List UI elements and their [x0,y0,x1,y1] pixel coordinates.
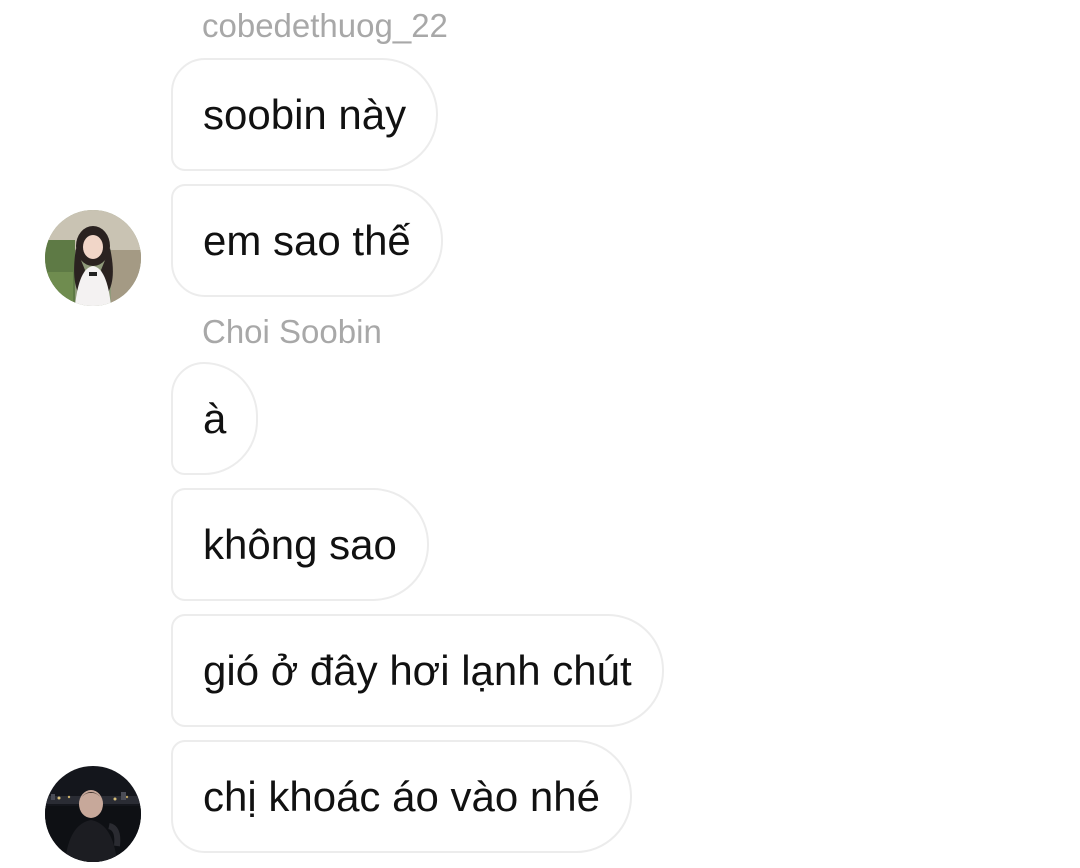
sender-name[interactable]: Choi Soobin [202,315,382,348]
girl-photo-avatar-icon [45,210,141,306]
message-text: à [203,394,227,442]
message-text: soobin này [203,90,407,138]
message-text: em sao thế [203,216,411,264]
message-text: gió ở đây hơi lạnh chút [203,646,632,694]
message-text: không sao [203,520,397,568]
sender-avatar[interactable] [45,210,141,306]
message-bubble[interactable]: gió ở đây hơi lạnh chút [171,614,664,727]
message-text: chị khoác áo vào nhé [203,772,600,820]
message-bubble[interactable]: không sao [171,488,429,601]
sender-name[interactable]: cobedethuog_22 [202,9,448,42]
message-bubble[interactable]: em sao thế [171,184,443,297]
sender-avatar[interactable] [45,766,141,862]
message-bubble[interactable]: chị khoác áo vào nhé [171,740,632,853]
night-city-photo-avatar-icon [45,766,141,862]
message-bubble[interactable]: soobin này [171,58,439,171]
message-bubble[interactable]: à [171,362,259,475]
